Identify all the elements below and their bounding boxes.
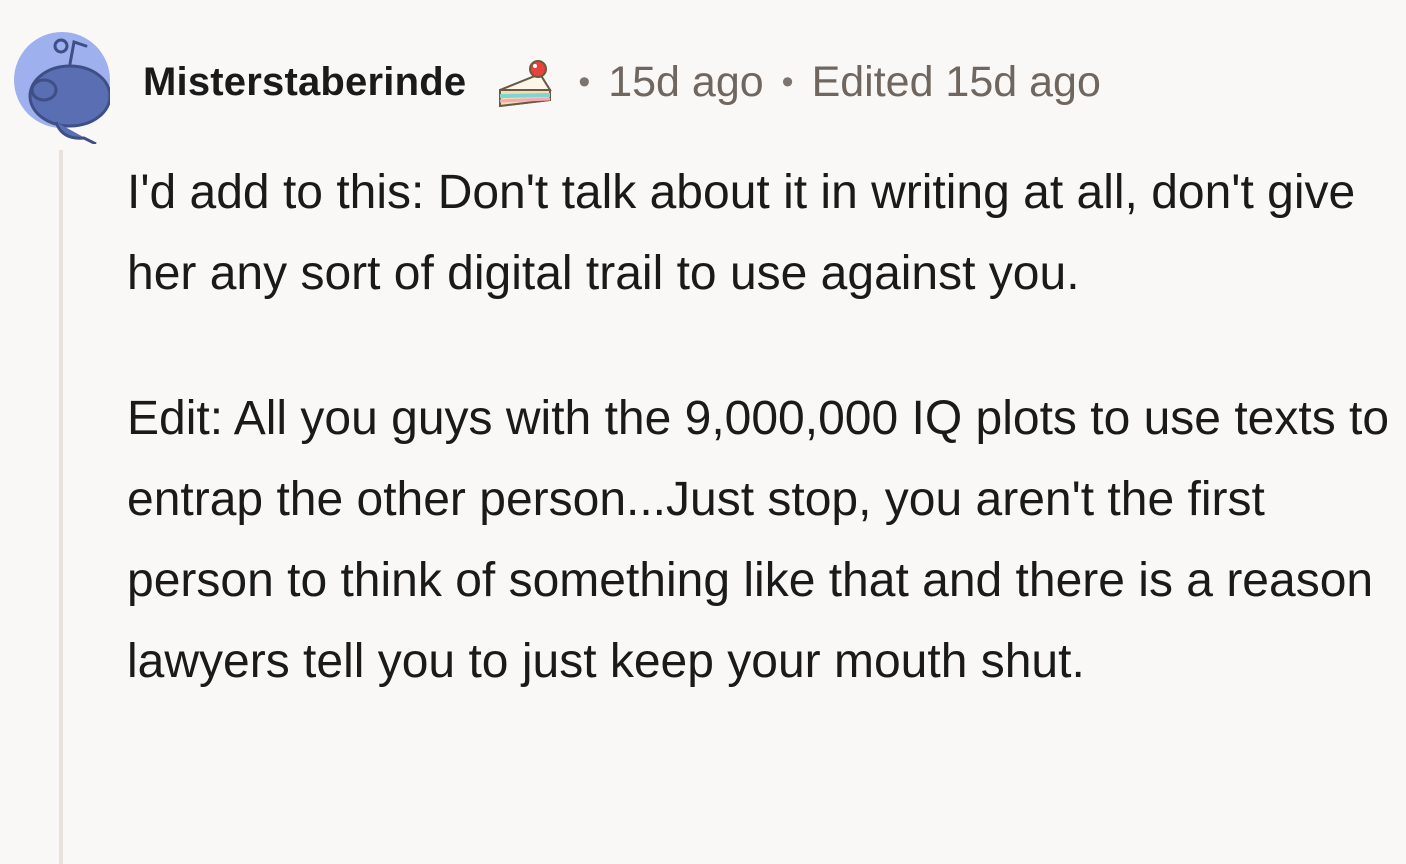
snoo-avatar-icon	[14, 32, 112, 146]
username-link[interactable]: Misterstaberinde	[143, 60, 466, 105]
edited-label: Edited 15d ago	[811, 57, 1101, 106]
thread-line[interactable]	[59, 150, 63, 864]
avatar[interactable]	[14, 18, 112, 146]
comment-header: Misterstaberinde • 15d ago • Edited 15d …	[143, 52, 1101, 112]
comment-paragraph: I'd add to this: Don't talk about it in …	[127, 166, 1356, 300]
meta-separator: •	[578, 62, 591, 101]
meta-separator: •	[781, 62, 794, 101]
comment-body: I'd add to this: Don't talk about it in …	[127, 152, 1397, 702]
comment-paragraph: Edit: All you guys with the 9,000,000 IQ…	[127, 392, 1390, 688]
timestamp-link[interactable]: 15d ago	[608, 58, 763, 107]
cake-day-icon	[499, 60, 553, 108]
